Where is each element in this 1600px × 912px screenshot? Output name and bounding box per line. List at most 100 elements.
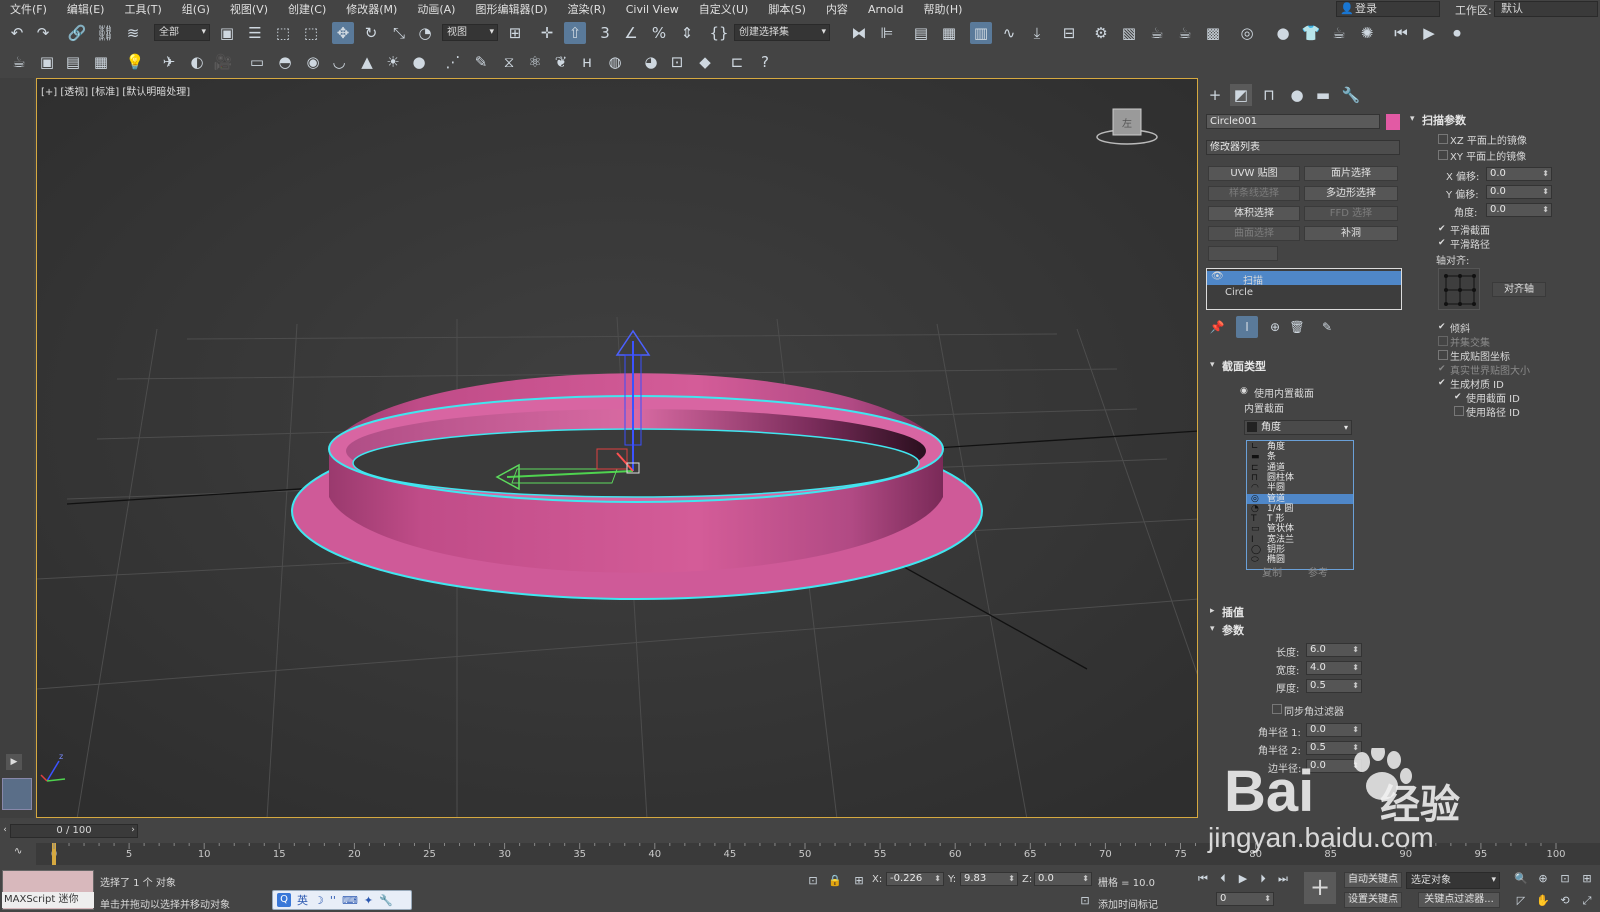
- length-spinner[interactable]: 6.0: [1306, 643, 1362, 657]
- modify-tab-icon[interactable]: ◩: [1230, 84, 1252, 106]
- select-manipulate-icon[interactable]: ✛: [536, 22, 558, 44]
- select-by-name-icon[interactable]: ☰: [244, 22, 266, 44]
- y-coord-spinner[interactable]: 9.83: [960, 872, 1018, 886]
- abs-mode-icon[interactable]: ⊞: [848, 870, 870, 892]
- modifier-btn-uvw[interactable]: UVW 贴图: [1208, 166, 1300, 181]
- schematic-view-icon[interactable]: ⊟: [1058, 22, 1080, 44]
- maxscript-label[interactable]: MAXScript 迷你: [2, 892, 94, 908]
- isolate-icon[interactable]: ⊡: [802, 870, 824, 892]
- grass-icon[interactable]: ❦: [550, 51, 572, 73]
- tools-icon[interactable]: ✦: [364, 894, 373, 907]
- menu-item-7[interactable]: 动画(A): [407, 1, 465, 17]
- mesh-icon[interactable]: ⧖: [498, 51, 520, 73]
- parameters-title[interactable]: 参数: [1222, 622, 1244, 638]
- paint-icon[interactable]: ✎: [470, 51, 492, 73]
- section-option-5[interactable]: ◎ 管道: [1247, 493, 1353, 504]
- colorful-icon[interactable]: ◆: [694, 51, 716, 73]
- section-option-7[interactable]: TT 形: [1247, 514, 1353, 524]
- width-spinner[interactable]: 4.0: [1306, 661, 1362, 675]
- thickness-spinner[interactable]: 0.5: [1306, 679, 1362, 693]
- render-iterative-icon[interactable]: ☕: [1174, 22, 1196, 44]
- pin-stack-icon[interactable]: 📌: [1206, 316, 1228, 338]
- section-option-1[interactable]: ▬ 条: [1247, 452, 1353, 462]
- named-selection-dropdown[interactable]: 创建选择集: [734, 24, 830, 41]
- bowl-icon[interactable]: ◡: [328, 51, 350, 73]
- menu-item-3[interactable]: 组(G): [172, 1, 220, 17]
- mirror-xy-checkbox[interactable]: [1438, 150, 1448, 160]
- named-selection-icon[interactable]: {}: [708, 22, 730, 44]
- play-icon[interactable]: ▶: [1418, 22, 1440, 44]
- smooth-path-checkbox[interactable]: ✔: [1438, 238, 1448, 248]
- z-coord-spinner[interactable]: 0.0: [1034, 872, 1092, 886]
- cone-icon[interactable]: ▲: [356, 51, 378, 73]
- menu-item-9[interactable]: 渲染(R): [558, 1, 616, 17]
- mirror-icon[interactable]: ⧓: [848, 22, 870, 44]
- time-tag-icon[interactable]: ⊡: [1074, 890, 1096, 912]
- modifier-btn-cap-holes[interactable]: 补洞: [1304, 226, 1398, 241]
- section-option-3[interactable]: ⊓ 圆柱体: [1247, 473, 1353, 483]
- settings-icon[interactable]: 🔧: [379, 894, 393, 907]
- menu-item-2[interactable]: 工具(T): [114, 1, 171, 17]
- toggle-ribbon-icon[interactable]: ▦: [938, 22, 960, 44]
- percent-snap-icon[interactable]: %: [648, 22, 670, 44]
- radio-use-builtin[interactable]: ◉: [1240, 386, 1250, 396]
- hair-icon[interactable]: ⋰: [442, 51, 464, 73]
- place-icon[interactable]: ◔: [414, 22, 436, 44]
- menu-item-4[interactable]: 视图(V): [220, 1, 278, 17]
- menu-item-13[interactable]: 内容: [816, 1, 858, 17]
- scale-icon[interactable]: ⤡: [388, 22, 410, 44]
- time-next-icon[interactable]: ›: [128, 822, 138, 838]
- object-color-swatch[interactable]: [1386, 114, 1400, 130]
- smooth-section-checkbox[interactable]: ✔: [1438, 224, 1448, 234]
- section-type-title[interactable]: 截面类型: [1222, 358, 1266, 374]
- record-icon[interactable]: ⏺: [1446, 22, 1468, 44]
- pan-icon[interactable]: ✋: [1532, 890, 1554, 912]
- sun-icon[interactable]: ☀: [382, 51, 404, 73]
- table-icon[interactable]: ▦: [90, 51, 112, 73]
- align-icon[interactable]: ⊫: [876, 22, 898, 44]
- play-strip-icon[interactable]: ▶: [6, 754, 22, 770]
- material-icon[interactable]: ⊡: [666, 51, 688, 73]
- teapot-tool-icon[interactable]: ☕: [8, 51, 30, 73]
- keyboard-icon[interactable]: ⌨: [342, 894, 358, 907]
- rect-selection-icon[interactable]: ⬚: [272, 22, 294, 44]
- stack-item-circle[interactable]: Circle: [1225, 287, 1253, 298]
- section-type-list[interactable]: ∟ 角度 ▬ 条 ⊏ 通道 ⊓ 圆柱体 ◠ 半圆 ◎ 管道 ◔ 1/4 圆TT 形 ▭ 管状体 I 宽法兰 ◯ 钥形 ⬭…: [1246, 440, 1354, 570]
- use-section-id-checkbox[interactable]: ✔: [1454, 392, 1464, 402]
- modifier-btn-patch-select[interactable]: 面片选择: [1304, 166, 1398, 181]
- script-icon[interactable]: ⊏: [726, 51, 748, 73]
- section-option-6[interactable]: ◔ 1/4 圆: [1247, 504, 1353, 514]
- modifier-list-dropdown[interactable]: 修改器列表: [1206, 140, 1400, 155]
- light-icon[interactable]: 💡: [124, 51, 146, 73]
- menu-item-15[interactable]: 帮助(H): [914, 1, 973, 17]
- login-dropdown[interactable]: 👤 登录: [1336, 1, 1440, 17]
- menu-item-6[interactable]: 修改器(M): [336, 1, 407, 17]
- menu-item-10[interactable]: Civil View: [616, 3, 689, 16]
- time-slider[interactable]: 0 / 100: [10, 824, 138, 838]
- orbit-icon[interactable]: ⟲: [1554, 890, 1576, 912]
- goto-start-icon[interactable]: ⏮: [1192, 868, 1214, 890]
- fov-icon[interactable]: ◸: [1510, 890, 1532, 912]
- fly-icon[interactable]: ✈: [158, 51, 180, 73]
- render-gallery-icon[interactable]: ▩: [1202, 22, 1224, 44]
- plane-icon[interactable]: ▭: [246, 51, 268, 73]
- key-filters-button[interactable]: 关键点过滤器...: [1418, 892, 1500, 908]
- pivot-center-icon[interactable]: ⊞: [504, 22, 526, 44]
- ball-icon[interactable]: ●: [408, 51, 430, 73]
- mirror-xz-checkbox[interactable]: [1438, 134, 1448, 144]
- shirt-icon[interactable]: 👕: [1300, 22, 1322, 44]
- a360-icon[interactable]: ◎: [1236, 22, 1258, 44]
- display-tab-icon[interactable]: ▬: [1312, 84, 1334, 106]
- make-unique-icon[interactable]: ⊕: [1264, 316, 1286, 338]
- ref-coord-dropdown[interactable]: 视图: [442, 24, 498, 41]
- section-option-0[interactable]: ∟ 角度: [1247, 442, 1353, 452]
- section-option-2[interactable]: ⊏ 通道: [1247, 463, 1353, 473]
- snap-3d-icon[interactable]: 3: [594, 22, 616, 44]
- y-offset-spinner[interactable]: 0.0: [1486, 185, 1552, 199]
- move-icon[interactable]: ✥: [332, 22, 354, 44]
- curve-toggle-icon[interactable]: ∿: [14, 846, 22, 857]
- object-name-field[interactable]: Circle001: [1206, 114, 1380, 129]
- set-key-button[interactable]: 设置关键点: [1344, 892, 1402, 908]
- create-tab-icon[interactable]: +: [1204, 84, 1226, 106]
- ime-toolbar[interactable]: Q 英 ☽ '' ⌨ ✦ 🔧: [272, 890, 412, 910]
